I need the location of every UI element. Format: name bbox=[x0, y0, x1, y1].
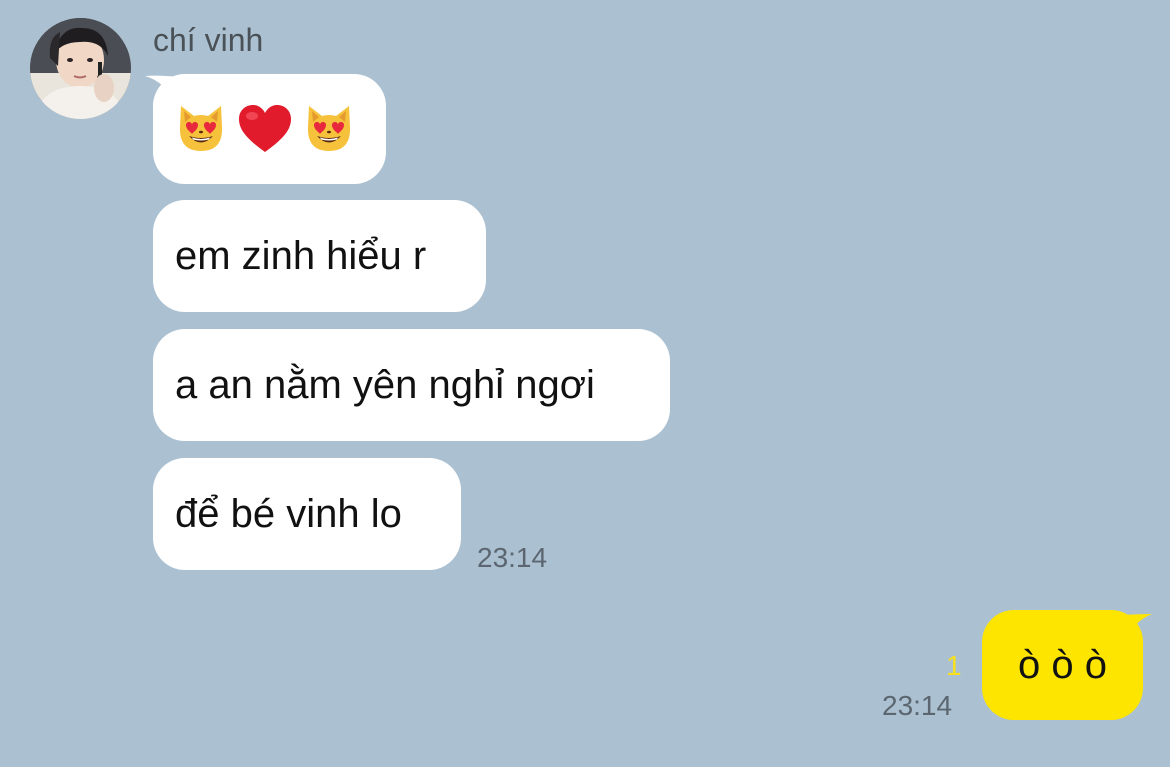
sender-name: chí vinh bbox=[153, 22, 264, 58]
unread-count: 1 bbox=[946, 650, 962, 681]
incoming-message[interactable]: a an nằm yên nghỉ ngơi bbox=[153, 329, 670, 441]
incoming-timestamp: 23:14 bbox=[477, 542, 548, 573]
message-text: a an nằm yên nghỉ ngơi bbox=[175, 362, 595, 407]
smiling-cat-heart-eyes-icon bbox=[179, 106, 223, 151]
outgoing-message[interactable]: ò ò ò bbox=[982, 610, 1143, 720]
message-text: để bé vinh lo bbox=[175, 491, 402, 536]
incoming-message-emoji[interactable] bbox=[153, 74, 386, 184]
outgoing-timestamp: 23:14 bbox=[882, 690, 953, 721]
red-heart-icon bbox=[239, 105, 291, 152]
smiling-cat-heart-eyes-icon bbox=[307, 106, 351, 151]
message-text: em zinh hiểu r bbox=[175, 233, 427, 278]
message-text: ò ò ò bbox=[1018, 642, 1107, 687]
incoming-message[interactable]: để bé vinh lo bbox=[153, 458, 461, 570]
sender-avatar[interactable] bbox=[30, 18, 131, 119]
incoming-message[interactable]: em zinh hiểu r bbox=[153, 200, 486, 312]
